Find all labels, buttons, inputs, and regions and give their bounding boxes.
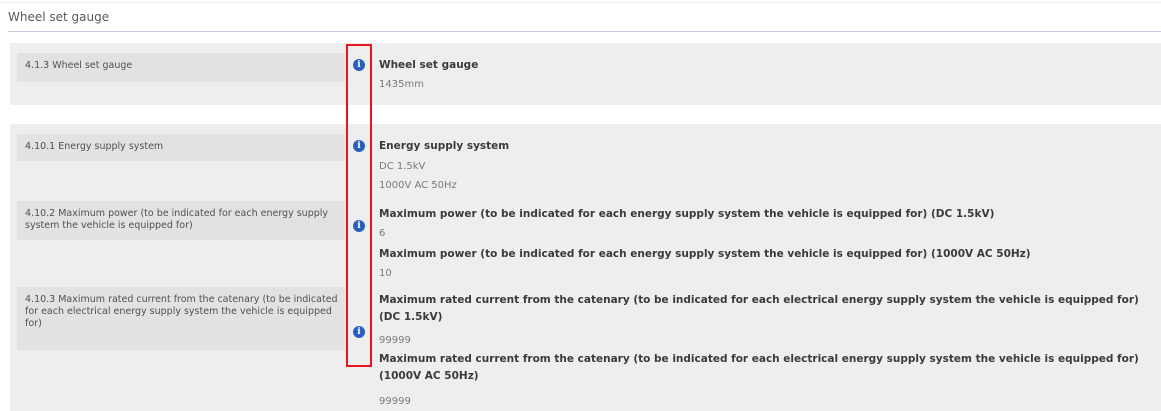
title-underline xyxy=(8,31,1161,32)
field-label-wheel-set-gauge: 4.1.3 Wheel set gauge xyxy=(17,53,345,82)
top-divider xyxy=(0,2,1161,3)
value-energy-ac: 1000V AC 50Hz xyxy=(379,180,457,191)
value-title-energy-supply-system: Energy supply system xyxy=(379,140,510,152)
field-label-energy-supply-system: 4.10.1 Energy supply system xyxy=(17,134,345,161)
value-wheel-set-gauge: 1435mm xyxy=(379,79,424,90)
value-title-maximum-rated-current-ac: Maximum rated current from the catenary … xyxy=(379,353,1139,382)
value-title-wheel-set-gauge: Wheel set gauge xyxy=(379,59,479,71)
field-label-maximum-rated-current: 4.10.3 Maximum rated current from the ca… xyxy=(17,287,345,350)
value-title-maximum-rated-current-dc: Maximum rated current from the catenary … xyxy=(379,294,1139,323)
field-label-maximum-power: 4.10.2 Maximum power (to be indicated fo… xyxy=(17,201,345,240)
page-title: Wheel set gauge xyxy=(8,10,110,24)
value-energy-dc: DC 1.5kV xyxy=(379,161,426,172)
value-maximum-rated-current-dc: 99999 xyxy=(379,335,411,346)
value-maximum-power-ac: 10 xyxy=(379,268,392,279)
value-maximum-power-dc: 6 xyxy=(379,228,386,239)
value-title-maximum-power-ac: Maximum power (to be indicated for each … xyxy=(379,248,1031,260)
value-maximum-rated-current-ac: 99999 xyxy=(379,396,411,407)
highlight-annotation-box xyxy=(346,44,372,367)
value-title-maximum-power-dc: Maximum power (to be indicated for each … xyxy=(379,208,995,220)
